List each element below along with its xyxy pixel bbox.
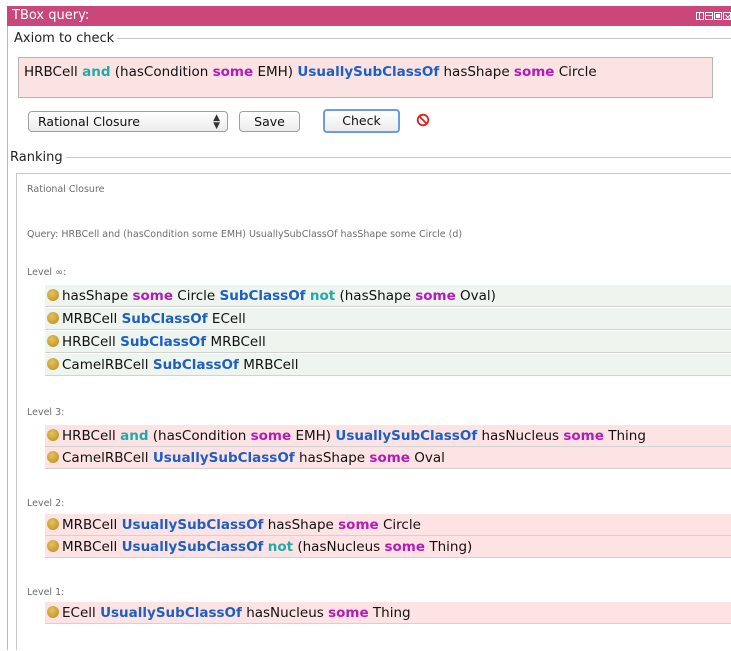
expression-keyword: and [120,428,149,444]
expression-text: hasNucleus [477,428,564,444]
expression-keyword: some [250,428,292,444]
expression-keyword: UsuallySubClassOf [152,450,295,466]
axiom-bullet-icon [47,518,59,530]
axiom-row[interactable]: HRBCell and (hasCondition some EMH) Usua… [45,425,731,447]
axiom-bullet-icon [47,451,59,463]
level-label: Level 3: [27,407,65,418]
closure-select-value: Rational Closure [38,114,140,129]
axiom-bullet-icon [47,312,59,324]
expression-text: EMH) [291,428,336,444]
expression-text: MRBCell [238,357,299,373]
expression-keyword: UsuallySubClassOf [297,64,440,80]
expression-text: MRBCell [62,539,122,555]
expression-text: ECell [62,605,101,621]
axiom-bullet-icon [47,429,59,441]
expression-keyword: UsuallySubClassOf [100,605,242,621]
axiom-row[interactable]: CamelRBCell UsuallySubClassOf hasShape s… [45,447,731,469]
axiom-row[interactable]: MRBCell UsuallySubClassOf not (hasNucleu… [45,536,731,558]
expression-text: CamelRBCell [62,450,153,466]
expression-keyword: and [82,64,111,80]
expression-keyword: UsuallySubClassOf [121,539,264,555]
expression-text: Circle [172,288,220,304]
maximize-icon[interactable] [714,12,722,20]
select-arrows-icon: ▲ ▼ [213,113,220,131]
expression-text: (hasShape [335,288,416,304]
expression-text: MRBCell [206,334,266,350]
expression-keyword: SubClassOf [120,334,207,350]
expression-text: (hasCondition [110,64,213,80]
expression-text: HRBCell [62,334,121,350]
ranking-panel[interactable] [16,173,731,650]
expression-keyword: some [328,605,369,621]
expression-text: hasShape [62,288,133,304]
expression-keyword: SubClassOf [219,288,306,304]
expression-text: hasNucleus [241,605,329,621]
expression-keyword: some [132,288,173,304]
axiom-bullet-icon [47,335,59,347]
expression-text: Thing [368,605,411,621]
window-controls [696,8,731,28]
expression-keyword: SubClassOf [121,311,208,327]
expression-text: (hasCondition [148,428,251,444]
window-titlebar: TBox query: [7,6,731,28]
check-button[interactable]: Check [323,109,400,133]
expression-keyword: some [212,64,254,80]
minimize-icon[interactable] [705,12,713,20]
expression-text: Thing) [425,539,473,555]
axiom-row[interactable]: HRBCell SubClassOf MRBCell [45,331,731,353]
closure-select[interactable]: Rational Closure ▲ ▼ [28,111,228,132]
expression-keyword: UsuallySubClassOf [121,517,264,533]
axiom-input[interactable]: HRBCell and (hasCondition some EMH) Usua… [18,57,713,98]
window-title: TBox query: [12,8,90,23]
expression-keyword: some [338,517,379,533]
expression-keyword: some [513,64,555,80]
expression-text: Circle [554,64,597,80]
ranking-group-legend: Ranking [10,150,63,165]
prohibited-icon[interactable] [416,113,430,127]
restore-icon[interactable] [696,12,704,20]
axiom-row[interactable]: CamelRBCell SubClassOf MRBCell [45,354,731,376]
expression-text: (hasNucleus [293,539,385,555]
expression-text: hasShape [263,517,339,533]
axiom-bullet-icon [47,606,59,618]
expression-keyword: SubClassOf [152,357,239,373]
expression-keyword: some [369,450,410,466]
axiom-row[interactable]: hasShape some Circle SubClassOf not (has… [45,285,731,307]
expression-text: EMH) [253,64,298,80]
ranking-query: Query: HRBCell and (hasCondition some EM… [27,229,463,240]
expression-keyword: UsuallySubClassOf [335,428,478,444]
axiom-row[interactable]: MRBCell SubClassOf ECell [45,308,731,330]
level-label: Level 2: [27,498,65,509]
expression-text: CamelRBCell [62,357,153,373]
axiom-bullet-icon [47,358,59,370]
level-label: Level 1: [27,587,65,598]
close-icon[interactable] [723,8,731,28]
axiom-row[interactable]: MRBCell UsuallySubClassOf hasShape some … [45,514,731,536]
expression-text: MRBCell [62,517,122,533]
expression-keyword: some [563,428,604,444]
axiom-group-legend: Axiom to check [14,31,115,46]
expression-keyword: some [415,288,456,304]
expression-text: Circle [378,517,421,533]
axiom-bullet-icon [47,540,59,552]
save-button[interactable]: Save [239,111,300,132]
level-label: Level ∞: [27,267,67,278]
expression-text: MRBCell [62,311,122,327]
expression-keyword: not [267,539,294,555]
expression-text: hasShape [439,64,514,80]
expression-text: HRBCell [24,64,83,80]
ranking-header: Rational Closure [27,184,105,195]
axiom-bullet-icon [47,289,59,301]
expression-text: ECell [207,311,246,327]
expression-text: Oval) [455,288,496,304]
axiom-row[interactable]: ECell UsuallySubClassOf hasNucleus some … [45,602,731,624]
expression-text: Oval [409,450,445,466]
expression-text: hasShape [294,450,370,466]
expression-keyword: some [384,539,426,555]
expression-keyword: not [309,288,336,304]
expression-text: Thing [603,428,646,444]
expression-text: HRBCell [62,428,121,444]
